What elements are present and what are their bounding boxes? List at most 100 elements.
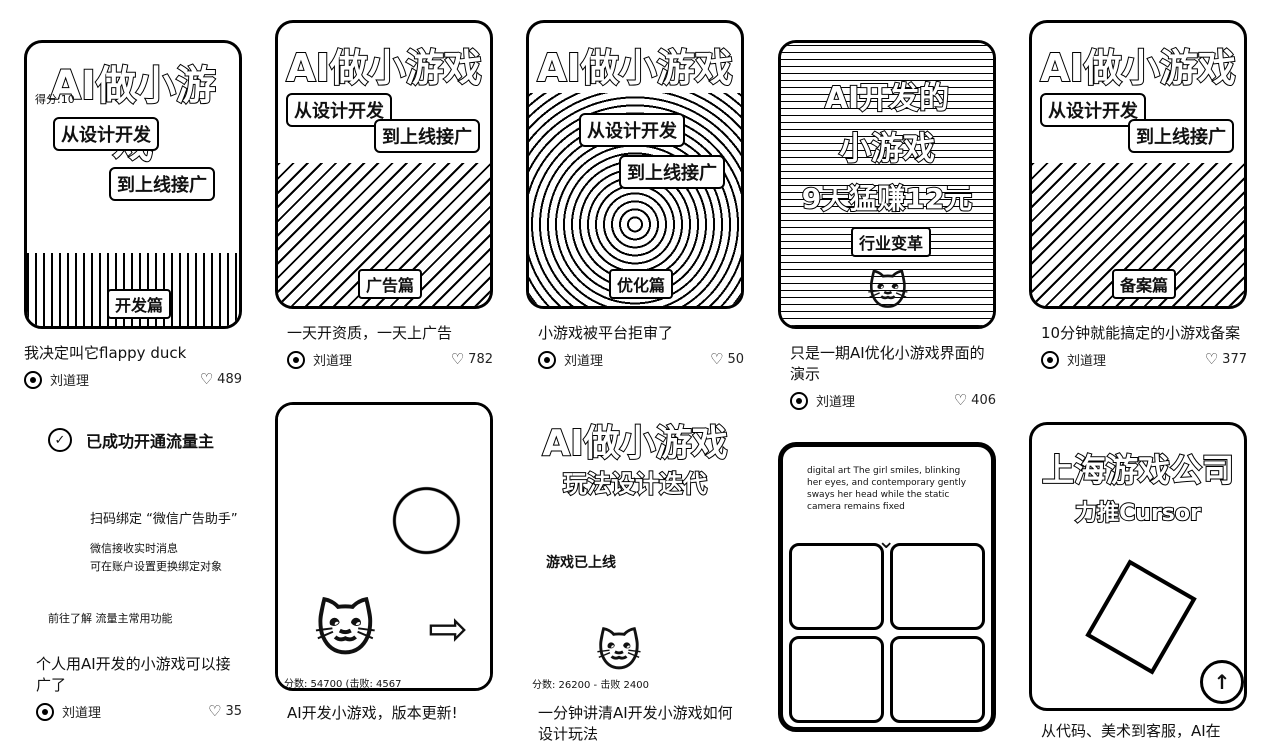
like-count: 35 xyxy=(225,704,242,719)
avatar[interactable] xyxy=(1041,350,1059,369)
author-name[interactable]: 刘道理 xyxy=(62,702,101,721)
author-name[interactable]: 刘道理 xyxy=(1067,350,1106,369)
like-button[interactable]: ♡ 377 xyxy=(1205,352,1247,368)
cover-tag: 备案篇 xyxy=(1112,269,1177,299)
author[interactable]: 刘道理 xyxy=(790,391,855,410)
cover-score: 得分:10 xyxy=(35,93,75,106)
note-caption[interactable]: 小游戏被平台拒审了 xyxy=(526,323,744,344)
cover-title: AI做小游戏 xyxy=(541,422,728,465)
heart-icon[interactable]: ♡ xyxy=(1205,352,1218,367)
author[interactable]: 刘道理 xyxy=(538,350,603,369)
note-caption[interactable]: 我决定叫它flappy duck xyxy=(24,343,242,364)
cover-subtitle-2: 9天猛赚12元 xyxy=(801,181,973,216)
like-count: 406 xyxy=(971,393,996,408)
like-button[interactable]: ♡ 406 xyxy=(954,393,996,409)
cover-tag: 开发篇 xyxy=(107,289,172,319)
cat-icon: 🐱 xyxy=(314,595,377,665)
note-caption[interactable]: 个人用AI开发的小游戏可以接广了 xyxy=(24,654,242,696)
heart-icon[interactable]: ♡ xyxy=(710,352,723,367)
note-cover[interactable]: AI做小游戏 得分:10 从设计开发 到上线接广 开发篇 xyxy=(24,40,242,329)
anime-grid xyxy=(789,543,985,723)
note-caption[interactable]: AI开发小游戏，版本更新! xyxy=(275,703,493,724)
author-name[interactable]: 刘道理 xyxy=(50,370,89,389)
note-caption[interactable]: 只是一期AI优化小游戏界面的演示 xyxy=(778,343,996,385)
author[interactable]: 刘道理 xyxy=(1041,350,1106,369)
like-count: 782 xyxy=(468,352,493,367)
arrow-up-icon[interactable]: ↑ xyxy=(1214,670,1231,694)
note-card[interactable]: AI开发的 小游戏 9天猛赚12元 行业变革 🐱 只是一期AI优化小游戏界面的演… xyxy=(778,40,996,410)
arrow-right-icon: ⇨ xyxy=(428,601,469,657)
note-meta: 刘道理 ♡ 489 xyxy=(24,370,242,389)
cover-subtitle: 从设计开发 xyxy=(53,117,159,151)
note-cover[interactable]: digital art The girl smiles, blinking he… xyxy=(778,442,996,732)
note-meta: 刘道理 ♡ 406 xyxy=(778,391,996,410)
note-meta: 刘道理 ♡ 377 xyxy=(1029,350,1247,369)
avatar[interactable] xyxy=(790,391,808,410)
cover-title: AI做小游戏 xyxy=(49,62,217,168)
note-card[interactable]: AI做小游戏 得分:10 从设计开发 到上线接广 开发篇 我决定叫它flappy… xyxy=(24,40,242,389)
avatar[interactable] xyxy=(287,350,305,369)
cover-title: AI做小游戏 xyxy=(1039,45,1237,91)
note-card[interactable]: 🐱 ⇨ 分数: 54700 (击败: 4567 AI开发小游戏，版本更新! xyxy=(275,402,493,724)
cover-subtitle-2: 到上线接广 xyxy=(1128,119,1234,153)
cover-score: 分数: 26200 - 击败 2400 xyxy=(532,680,649,691)
promo-block[interactable]: ✓ 已成功开通流量主 扫码绑定 “微信广告助手” 微信接收实时消息 可在账户设置… xyxy=(24,428,242,638)
note-card[interactable]: AI做小游戏 从设计开发 到上线接广 备案篇 10分钟就能搞定的小游戏备案 刘道… xyxy=(1029,20,1247,369)
cover-subtitle-2: 到上线接广 xyxy=(619,155,725,189)
cover-subtitle: 从设计开发 xyxy=(579,113,685,147)
cover-subtitle-2: 到上线接广 xyxy=(374,119,480,153)
note-card[interactable]: digital art The girl smiles, blinking he… xyxy=(778,442,996,732)
promo-line: 可在账户设置更换绑定对象 xyxy=(90,560,222,573)
note-cover[interactable]: 🐱 ⇨ 分数: 54700 (击败: 4567 xyxy=(275,402,493,691)
promo-header: ✓ 已成功开通流量主 xyxy=(48,428,242,452)
cover-tag: 优化篇 xyxy=(609,269,674,299)
note-cover[interactable]: AI开发的 小游戏 9天猛赚12元 行业变革 🐱 xyxy=(778,40,996,329)
author[interactable]: 刘道理 xyxy=(287,350,352,369)
like-button[interactable]: ♡ 489 xyxy=(200,372,242,388)
cover-subtitle-2: 到上线接广 xyxy=(109,167,215,201)
back-to-top-button[interactable]: ↑ xyxy=(1200,660,1244,704)
cover-title: AI做小游戏 xyxy=(536,45,734,91)
note-meta: 刘道理 ♡ 782 xyxy=(275,350,493,369)
note-caption[interactable]: 一天开资质，一天上广告 xyxy=(275,323,493,344)
author-name[interactable]: 刘道理 xyxy=(313,350,352,369)
cover-title: AI开发的 xyxy=(824,80,950,117)
cover-score: 分数: 54700 (击败: 4567 xyxy=(284,679,402,690)
cover-title: AI做小游戏 xyxy=(285,45,483,91)
like-count: 489 xyxy=(217,372,242,387)
like-count: 377 xyxy=(1222,352,1247,367)
avatar[interactable] xyxy=(36,702,54,721)
cube-logo-icon xyxy=(1085,559,1197,675)
cover-title: 上海游戏公司 xyxy=(1041,450,1235,490)
promo-title: 已成功开通流量主 xyxy=(86,432,215,451)
note-card[interactable]: AI做小游戏 从设计开发 到上线接广 优化篇 小游戏被平台拒审了 刘道理 ♡ 50 xyxy=(526,20,744,369)
avatar[interactable] xyxy=(24,370,42,389)
heart-icon[interactable]: ♡ xyxy=(954,393,967,408)
note-caption[interactable]: 10分钟就能搞定的小游戏备案 xyxy=(1029,323,1247,344)
note-card[interactable]: AI做小游戏 玩法设计迭代 游戏已上线 🐱 分数: 26200 - 击败 240… xyxy=(526,402,744,745)
note-cover[interactable]: AI做小游戏 从设计开发 到上线接广 优化篇 xyxy=(526,20,744,309)
cover-subtitle: 玩法设计迭代 xyxy=(562,469,708,499)
like-button[interactable]: ♡ 50 xyxy=(710,352,744,368)
heart-icon[interactable]: ♡ xyxy=(451,352,464,367)
author-name[interactable]: 刘道理 xyxy=(816,391,855,410)
author[interactable]: 刘道理 xyxy=(24,370,89,389)
promo-link[interactable]: 前往了解 流量主常用功能 xyxy=(48,610,173,626)
note-card[interactable]: AI做小游戏 从设计开发 到上线接广 广告篇 一天开资质，一天上广告 刘道理 ♡… xyxy=(275,20,493,369)
like-button[interactable]: ♡ 782 xyxy=(451,352,493,368)
cat-icon: 🐱 xyxy=(596,626,642,677)
note-cover[interactable]: AI做小游戏 从设计开发 到上线接广 广告篇 xyxy=(275,20,493,309)
author-name[interactable]: 刘道理 xyxy=(564,350,603,369)
note-card[interactable]: ✓ 已成功开通流量主 扫码绑定 “微信广告助手” 微信接收实时消息 可在账户设置… xyxy=(24,420,242,721)
note-cover[interactable]: AI做小游戏 玩法设计迭代 游戏已上线 🐱 分数: 26200 - 击败 240… xyxy=(526,402,744,691)
cover-subtitle: 力推Cursor xyxy=(1074,500,1202,527)
heart-icon[interactable]: ♡ xyxy=(208,704,221,719)
avatar[interactable] xyxy=(538,350,556,369)
note-meta: 刘道理 ♡ 35 xyxy=(24,702,242,721)
author[interactable]: 刘道理 xyxy=(36,702,101,721)
note-cover[interactable]: AI做小游戏 从设计开发 到上线接广 备案篇 xyxy=(1029,20,1247,309)
like-button[interactable]: ♡ 35 xyxy=(208,704,242,720)
cover-tag: 行业变革 xyxy=(851,227,932,257)
like-count: 50 xyxy=(727,352,744,367)
heart-icon[interactable]: ♡ xyxy=(200,372,213,387)
